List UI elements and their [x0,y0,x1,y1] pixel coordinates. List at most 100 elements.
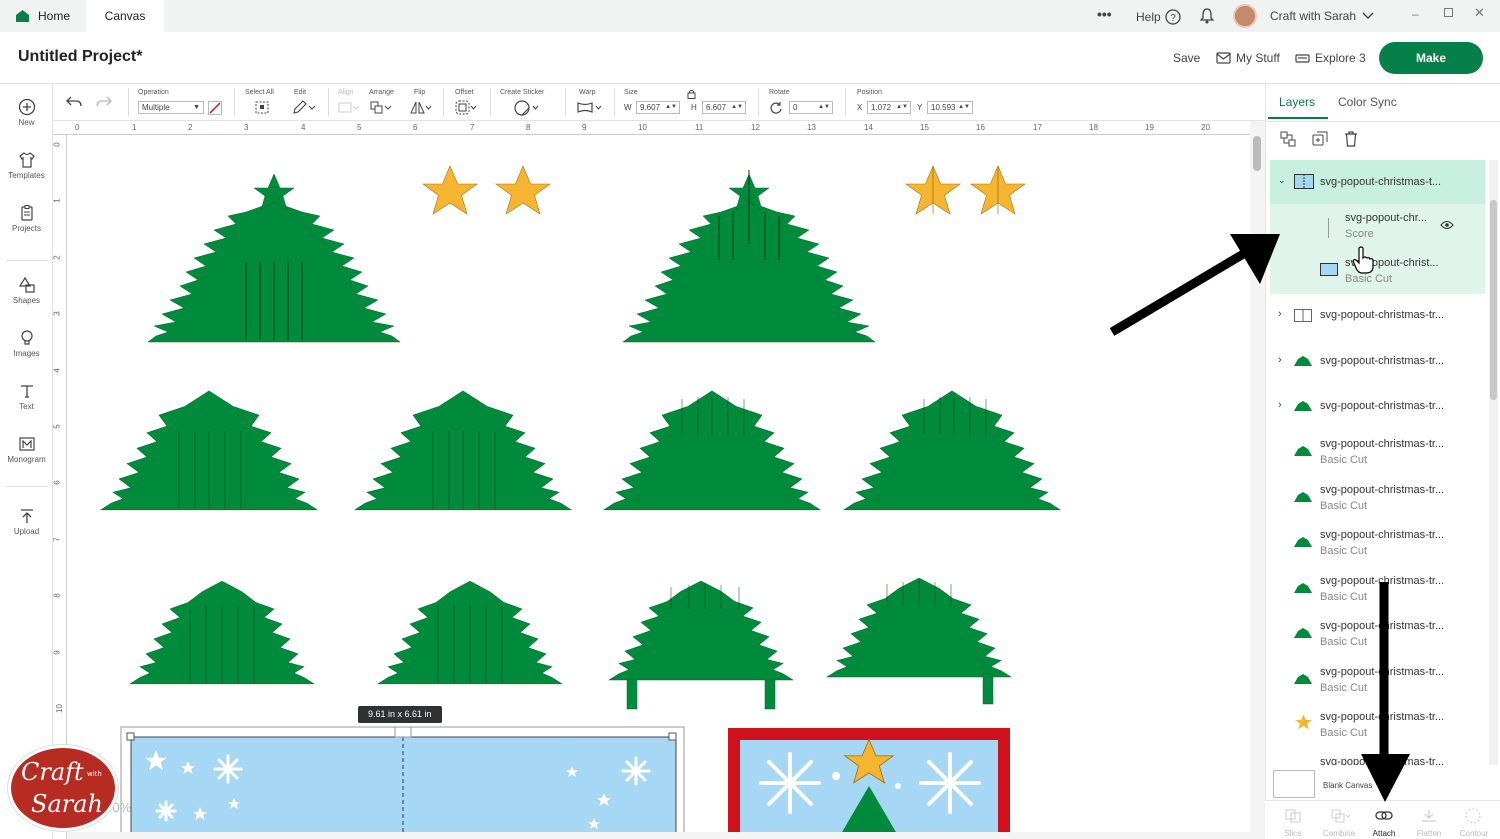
machine-select[interactable]: Explore 3 [1295,51,1366,65]
sidebar-item-text[interactable]: Text [0,382,53,411]
layer-name: svg-popout-christmas-tr... [1320,666,1445,678]
svg-text:?: ? [1170,13,1176,24]
layer-item[interactable]: svg-popout-christmas-tr... Basic Cut [1270,664,1485,702]
layer-name: svg-popout-christmas-tr... [1320,309,1445,321]
ruler-label: 18 [1089,123,1098,132]
layer-item[interactable]: svg-popout-christmas-tr... Basic Cut [1270,709,1485,747]
chevron-right-icon[interactable]: › [1278,308,1282,320]
undo-icon[interactable] [66,95,82,108]
scrollbar-thumb[interactable] [1490,200,1497,400]
warp-icon[interactable] [577,101,603,114]
sidebar-item-templates[interactable]: Templates [0,151,53,180]
x-position-input[interactable]: 1.072 ▲▼ [867,101,911,114]
chevron-right-icon[interactable]: › [1278,354,1282,366]
sidebar-item-projects[interactable]: Projects [0,204,53,233]
edit-pen-icon[interactable] [292,100,316,115]
stepper-icon[interactable]: ▲▼ [731,102,743,113]
combine-button[interactable]: Combine [1319,829,1359,838]
sidebar-item-monogram[interactable]: Monogram [0,435,53,464]
layer-group-selected[interactable]: ⌄ svg-popout-christmas-t... [1270,160,1485,204]
layer-group[interactable]: › svg-popout-christmas-tr... [1270,392,1485,422]
canvas-hscrollbar[interactable] [68,832,1250,839]
group-icon[interactable] [1280,131,1296,147]
ruler-vertical: 0 1 2 3 4 5 6 7 8 9 10 [53,135,67,839]
make-button[interactable]: Make [1379,42,1483,74]
attach-button[interactable]: Attach [1364,829,1404,838]
save-button[interactable]: Save [1173,51,1200,65]
help-button[interactable]: Help ? [1136,9,1181,25]
sticker-icon[interactable] [513,100,541,116]
avatar[interactable] [1233,4,1257,28]
blank-canvas-swatch[interactable] [1273,770,1315,798]
align-icon[interactable] [338,101,360,114]
operation-select[interactable]: Multiple ▼ [138,101,204,114]
contour-icon [1465,808,1481,824]
lock-icon[interactable] [687,89,696,99]
layer-item-basic-cut[interactable]: svg-popout-christ... Basic Cut [1270,255,1485,293]
eye-icon[interactable] [1440,220,1454,230]
rotate-input[interactable]: 0 ▲▼ [789,101,833,114]
more-icon[interactable]: ••• [1097,6,1112,22]
layers-list: ⌄ svg-popout-christmas-t... svg-popout-c… [1270,160,1485,765]
attach-label: Attach [1372,829,1396,838]
layer-thumb-tree [1294,674,1312,684]
layer-item[interactable]: svg-popout-christmas-tr... Basic Cut [1270,436,1485,474]
layer-item[interactable]: svg-popout-christmas-tr... Basic Cut [1270,618,1485,656]
account-menu[interactable]: Craft with Sarah [1270,9,1374,23]
canvas-scrollbar[interactable] [1250,121,1265,839]
slice-button[interactable]: Slice [1273,829,1313,838]
bell-icon[interactable] [1200,8,1214,24]
tab-layers[interactable]: Layers [1279,95,1315,109]
offset-icon[interactable] [455,100,477,115]
stepper-icon[interactable]: ▲▼ [818,102,830,113]
make-label: Make [1415,51,1447,65]
sidebar-item-shapes[interactable]: Shapes [0,276,53,305]
tab-canvas[interactable]: Canvas [86,0,164,32]
account-name: Craft with Sarah [1270,9,1357,23]
layer-item[interactable]: svg-popout-christmas-tr... [1270,754,1485,765]
height-input[interactable]: 6.607 ▲▼ [702,101,746,114]
close-icon[interactable]: ✕ [1474,5,1485,21]
width-input[interactable]: 9.607 ▲▼ [636,101,680,114]
stepper-icon[interactable]: ▲▼ [665,102,677,113]
layer-group[interactable]: › svg-popout-christmas-tr... [1270,347,1485,377]
edit-toolbar: Operation Multiple ▼ Select All Edit Alig… [53,84,1265,121]
arrange-icon[interactable] [370,101,392,114]
y-position-input[interactable]: 10.593 ▲▼ [927,101,973,114]
layer-item[interactable]: svg-popout-christmas-tr... Basic Cut [1270,573,1485,611]
tab-home[interactable]: Home [8,0,86,32]
tab-color-sync[interactable]: Color Sync [1338,95,1397,109]
layers-scrollbar[interactable] [1489,160,1498,765]
x-label: X [857,103,863,112]
sidebar-item-new[interactable]: New [0,98,53,127]
layer-item[interactable]: svg-popout-christmas-tr... Basic Cut [1270,527,1485,565]
chevron-down-icon[interactable]: ⌄ [1278,175,1286,186]
maximize-icon[interactable] [1444,8,1453,17]
flatten-button[interactable]: Flatten [1409,829,1449,838]
trash-icon[interactable] [1344,131,1358,147]
sidebar-item-upload[interactable]: Upload [0,507,53,536]
chevron-right-icon[interactable]: › [1278,399,1282,411]
duplicate-icon[interactable] [1312,131,1328,147]
my-stuff-button[interactable]: My Stuff [1216,51,1280,65]
sidebar-item-label: Projects [12,224,41,233]
layer-group[interactable]: › svg-popout-christmas-tr... [1270,301,1485,331]
sidebar-item-images[interactable]: Images [0,329,53,358]
contour-button[interactable]: Contour [1454,829,1494,838]
layer-item[interactable]: svg-popout-christmas-tr... Basic Cut [1270,482,1485,520]
active-tab-indicator [1268,117,1328,119]
flip-icon[interactable] [410,101,432,114]
sidebar-divider [6,260,48,261]
stepper-icon[interactable]: ▲▼ [958,102,970,113]
redo-icon[interactable] [96,95,112,108]
color-swatch-none-icon[interactable] [208,101,222,115]
select-all-icon[interactable] [254,100,270,115]
stepper-icon[interactable]: ▲▼ [896,102,908,113]
design-canvas[interactable]: 9.61 in x 6.61 in [68,136,1250,839]
layer-item-score[interactable]: svg-popout-chr... Score [1270,210,1485,248]
y-label: Y [917,103,923,112]
project-header: Untitled Project* Save My Stuff Explore … [0,32,1500,84]
x-value: 1.072 [871,103,892,112]
minimize-icon[interactable]: – [1412,7,1419,21]
scrollbar-thumb[interactable] [1253,136,1261,171]
